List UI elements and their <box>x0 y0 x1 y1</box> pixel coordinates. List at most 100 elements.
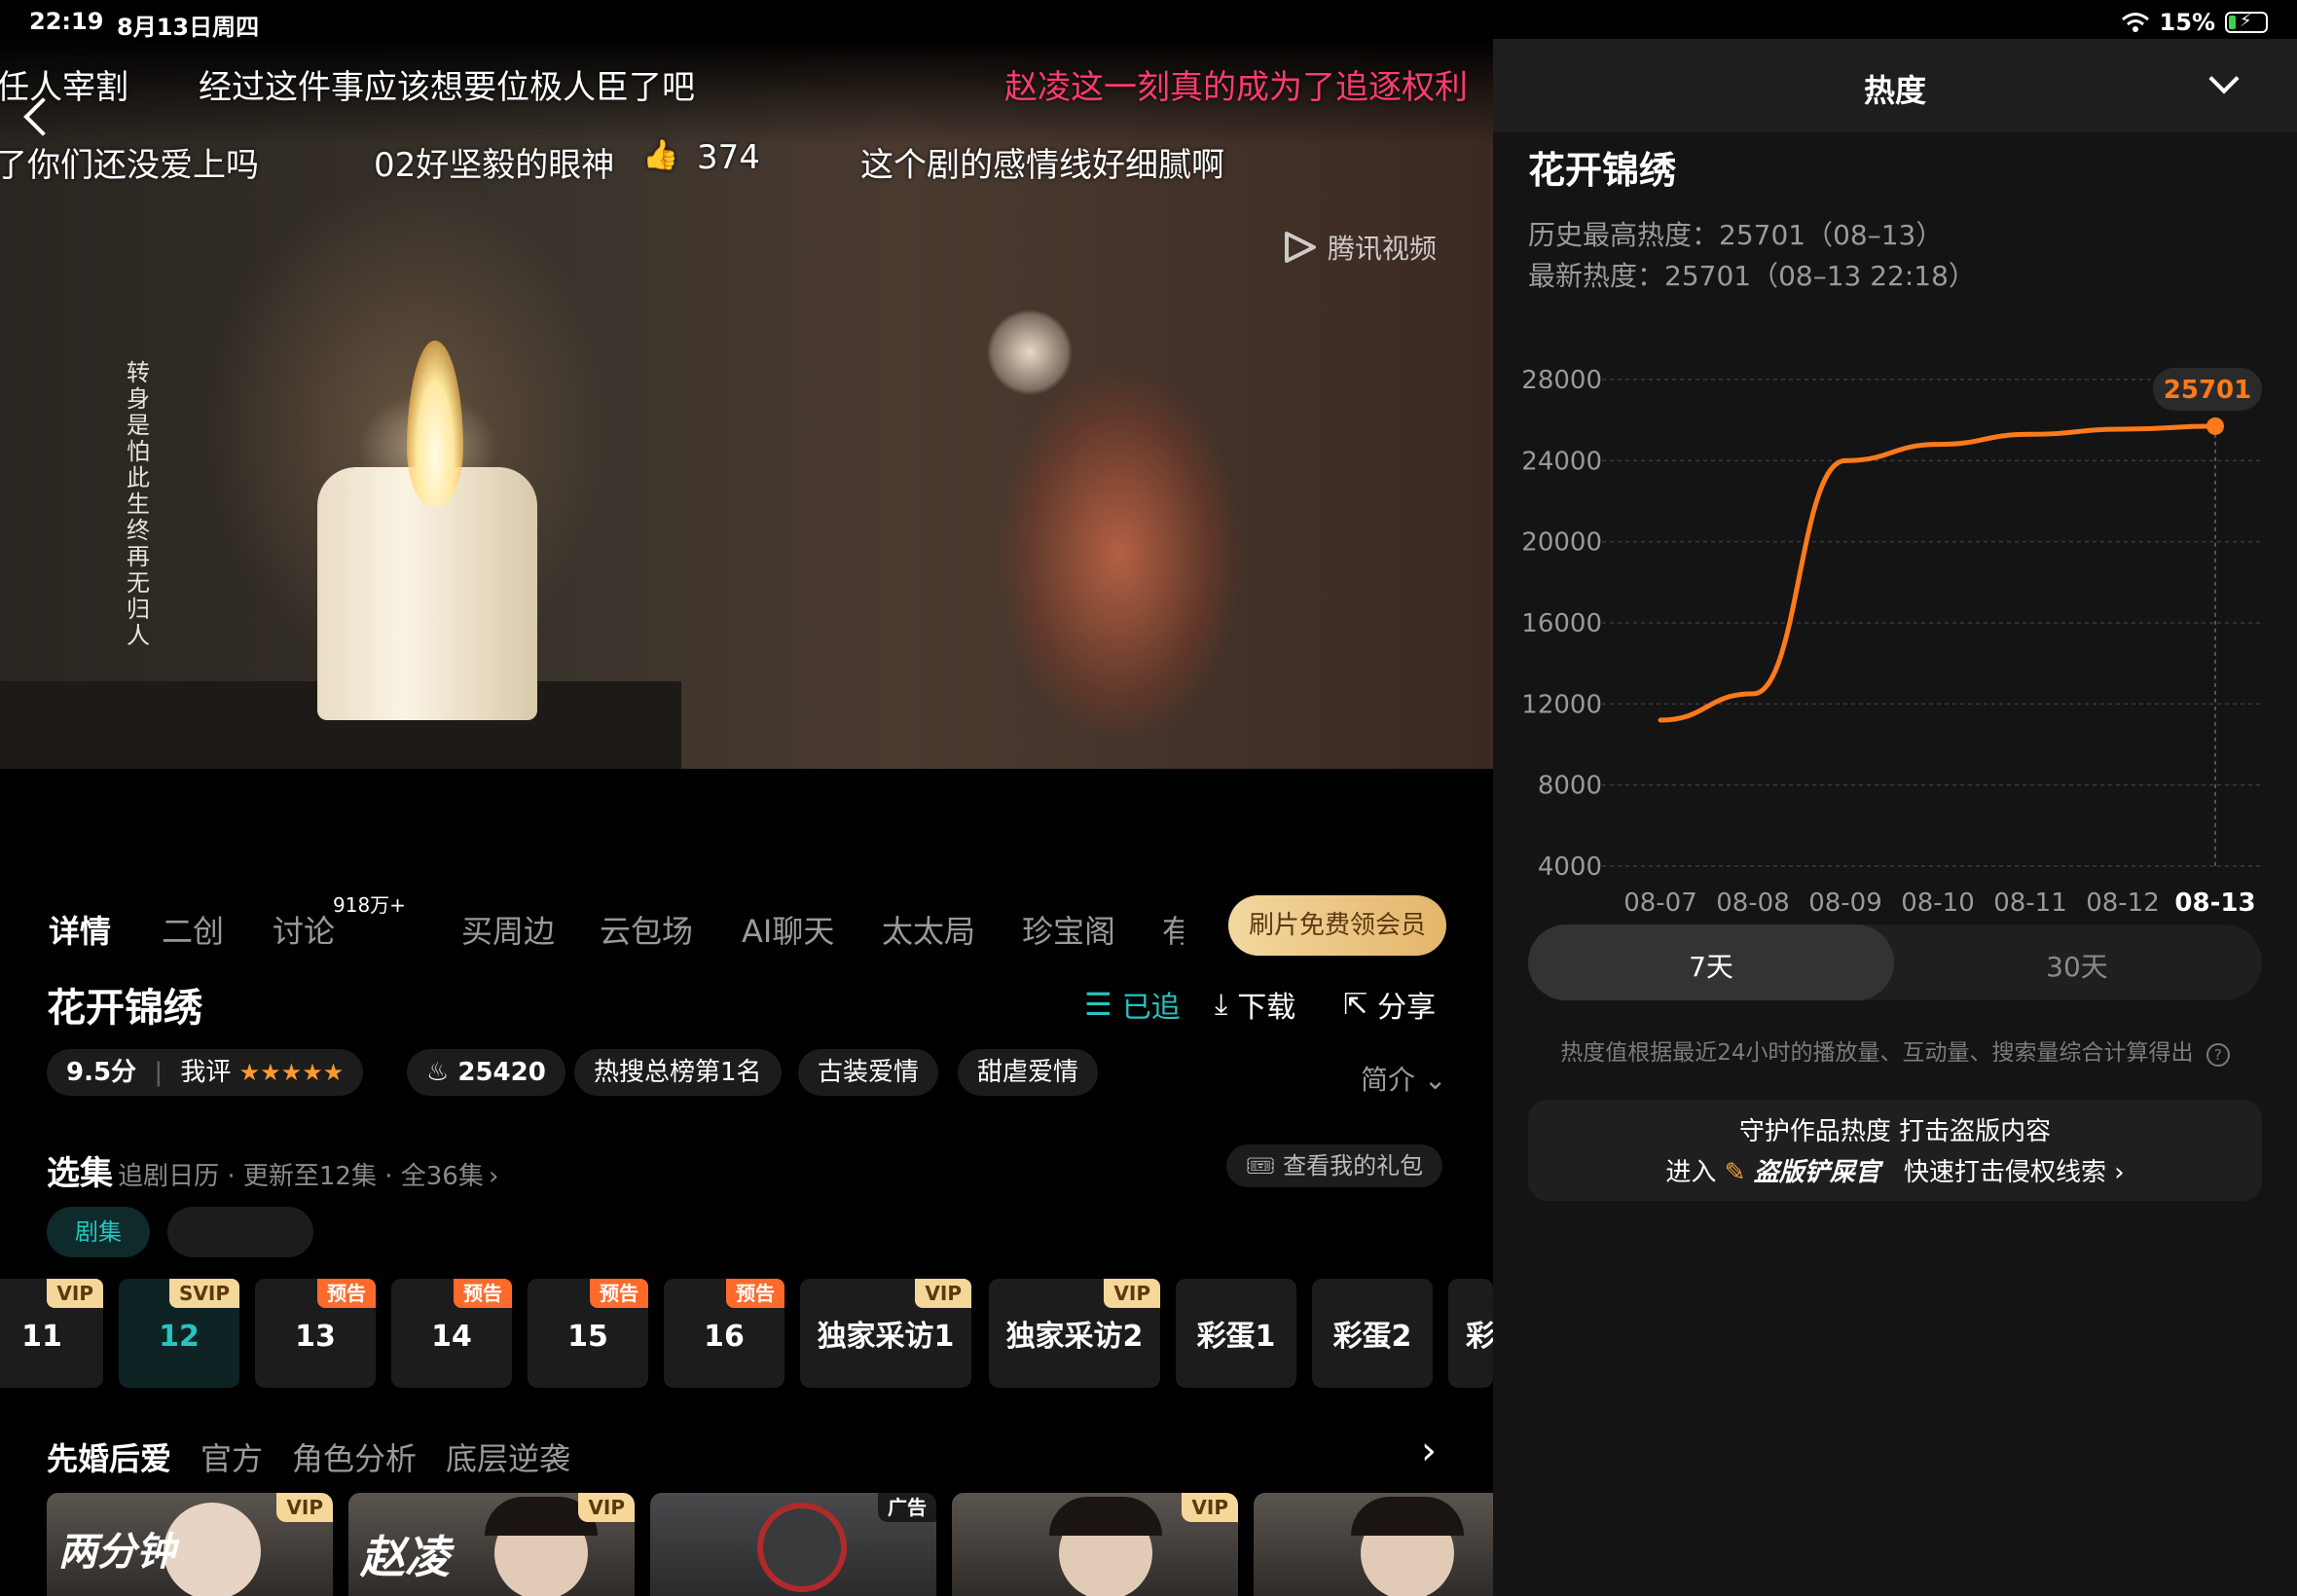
star-icon[interactable]: ★ <box>302 1059 323 1086</box>
tag-bittersweet[interactable]: 甜虐爱情 <box>958 1049 1099 1096</box>
help-icon[interactable]: ? <box>2206 1043 2230 1067</box>
tab-taitai[interactable]: 太太局 <box>882 907 975 952</box>
tab-more[interactable]: 有 <box>1162 907 1184 952</box>
episode-section-title: 选集 <box>47 1154 113 1193</box>
tab-cloud-screening[interactable]: 云包场 <box>600 907 693 952</box>
download-button[interactable]: ⤓ 下载 <box>1215 983 1295 1026</box>
episode-card-current[interactable]: 12 SVIP <box>119 1279 239 1388</box>
tencent-watermark: 腾讯视频 <box>1281 228 1437 267</box>
share-label: 分享 <box>1377 991 1437 1025</box>
anti-piracy-action: 快速打击侵权线索 <box>1903 1158 2106 1187</box>
tag-hot-search[interactable]: 热搜总榜第1名 <box>574 1049 782 1096</box>
episode-badge: VIP <box>915 1279 971 1308</box>
tencent-video-icon <box>1285 232 1316 263</box>
video-thumbnail[interactable] <box>1254 1493 1493 1596</box>
danmaku-like-count: 374 <box>697 138 760 177</box>
anti-piracy-line1: 守护作品热度 打击盗版内容 <box>1738 1117 2052 1146</box>
episode-card[interactable]: 彩 <box>1448 1279 1493 1388</box>
rating-chip[interactable]: 9.5分 | 我评 ★★★★★ <box>47 1049 364 1096</box>
episode-card[interactable]: 14 预告 <box>391 1279 512 1388</box>
anti-piracy-card[interactable]: 守护作品热度 打击盗版内容 进入 ✎ 盗版铲屎官 快速打击侵权线索 › <box>1528 1100 2262 1201</box>
heat-chart: 4000 8000 12000 16000 20000 24000 28000 08-07 08… <box>1521 366 2262 918</box>
danmaku-comment[interactable]: 经过这件事应该想要位极人臣了吧 <box>199 60 695 108</box>
episode-badge: VIP <box>47 1279 103 1308</box>
intro-toggle[interactable]: 简介 ⌄ <box>1361 1059 1446 1098</box>
episode-card[interactable]: 15 预告 <box>528 1279 648 1388</box>
danmaku-comment[interactable]: 这个剧的感情线好细腻啊 <box>860 138 1224 186</box>
wifi-icon <box>2121 13 2149 32</box>
ad-thumbnail[interactable]: 广告 <box>650 1493 936 1596</box>
filter-episodes[interactable]: 剧集 <box>47 1207 150 1257</box>
episode-card[interactable]: 独家采访1 VIP <box>800 1279 971 1388</box>
anti-piracy-brand: 盗版铲屎官 <box>1753 1158 1880 1187</box>
danmaku-comment-highlight[interactable]: 赵凌这一刻真的成为了追逐权利 <box>1004 60 1491 108</box>
intro-label: 简介 <box>1361 1064 1416 1096</box>
tab-treasure[interactable]: 珍宝阁 <box>1022 907 1115 952</box>
episode-card[interactable]: 彩蛋1 <box>1176 1279 1296 1388</box>
star-icon[interactable]: ★ <box>260 1059 281 1086</box>
x-tick-label: 08-12 <box>2086 889 2160 918</box>
chevron-right-icon: › <box>488 1162 499 1191</box>
episode-card[interactable]: 彩蛋2 <box>1312 1279 1433 1388</box>
danmaku-comment[interactable]: 任人宰割 <box>0 60 128 108</box>
thumbnail-badge: VIP <box>1182 1493 1238 1522</box>
chevron-right-icon[interactable]: › <box>1421 1429 1437 1473</box>
range-7d-button[interactable]: 7天 <box>1528 946 1894 985</box>
star-icon[interactable]: ★ <box>239 1059 261 1086</box>
episode-section-sub[interactable]: 追剧日历 · 更新至12集 · 全36集 <box>118 1162 484 1191</box>
thumbnail-badge: VIP <box>276 1493 333 1522</box>
gift-icon: 🎟 <box>1246 1152 1276 1179</box>
collection-tab[interactable]: 底层逆袭 <box>446 1434 570 1479</box>
y-tick-label: 28000 <box>1521 366 1602 395</box>
y-tick-label: 4000 <box>1538 852 1602 882</box>
chevron-down-icon: ⌄ <box>1423 1064 1447 1096</box>
episode-card[interactable]: 16 预告 <box>664 1279 784 1388</box>
tab-discussion[interactable]: 讨论 <box>273 907 335 952</box>
episode-card[interactable]: 独家采访2 VIP <box>989 1279 1160 1388</box>
episode-card[interactable]: 13 预告 <box>255 1279 376 1388</box>
download-icon: ⤓ <box>1215 987 1228 1022</box>
video-thumbnail[interactable]: 赵凌 VIP <box>348 1493 635 1596</box>
heat-max-label: 历史最高热度：25701（08–13） <box>1528 219 1944 251</box>
x-tick-label: 08-13 <box>2174 889 2255 918</box>
tab-ai-chat[interactable]: AI聊天 <box>742 907 834 952</box>
heat-note-text: 热度值根据最近24小时的播放量、互动量、搜索量综合计算得出 <box>1560 1040 2194 1066</box>
battery-icon: ⚡ <box>2225 11 2268 33</box>
collection-tab[interactable]: 角色分析 <box>292 1434 417 1479</box>
star-icon[interactable]: ★ <box>323 1059 345 1086</box>
episode-label: 16 <box>704 1320 745 1354</box>
y-tick-label: 24000 <box>1521 447 1602 476</box>
episode-label: 彩 <box>1466 1320 1493 1354</box>
video-thumbnail[interactable]: VIP <box>952 1493 1238 1596</box>
free-vip-button[interactable]: 刷片免费领会员 <box>1228 895 1446 956</box>
tab-details[interactable]: 详情 <box>49 907 111 952</box>
star-icon[interactable]: ★ <box>281 1059 303 1086</box>
heat-chip[interactable]: ♨ 25420 <box>407 1049 565 1096</box>
episode-card[interactable]: 11 VIP <box>0 1279 103 1388</box>
tag-costume-romance[interactable]: 古装爱情 <box>798 1049 939 1096</box>
heat-panel-header: 热度 <box>1493 39 2297 132</box>
highlight-value: 25701 <box>2164 376 2251 405</box>
tab-merch[interactable]: 买周边 <box>461 907 555 952</box>
followed-list-icon: ☰ <box>1084 986 1112 1023</box>
episode-label: 彩蛋1 <box>1196 1320 1276 1354</box>
discussion-count-badge: 918万+ <box>333 893 406 917</box>
range-30d-button[interactable]: 30天 <box>1894 946 2260 985</box>
heat-value: 25420 <box>457 1058 546 1087</box>
episode-label: 14 <box>431 1320 472 1354</box>
collection-tab-active[interactable]: 先婚后爱 <box>47 1434 171 1479</box>
battery-percent: 15% <box>2159 9 2215 36</box>
filter-other[interactable] <box>167 1207 313 1257</box>
video-thumbnail[interactable]: 两分钟 VIP <box>47 1493 333 1596</box>
share-button[interactable]: ⇱ 分享 <box>1343 983 1436 1026</box>
collection-tab[interactable]: 官方 <box>201 1434 263 1479</box>
danmaku-comment[interactable]: 02好坚毅的眼神 <box>374 138 614 186</box>
danmaku-comment[interactable]: 了你们还没爱上吗 <box>0 138 259 186</box>
y-tick-label: 20000 <box>1521 528 1602 558</box>
tab-fan-creations[interactable]: 二创 <box>162 907 224 952</box>
gift-button[interactable]: 🎟 查看我的礼包 <box>1226 1144 1443 1187</box>
data-point <box>2206 417 2224 435</box>
thumbnail-badge: VIP <box>578 1493 635 1522</box>
followed-button[interactable]: ☰ 已追 <box>1084 983 1181 1026</box>
x-tick-label: 08-07 <box>1623 889 1697 918</box>
